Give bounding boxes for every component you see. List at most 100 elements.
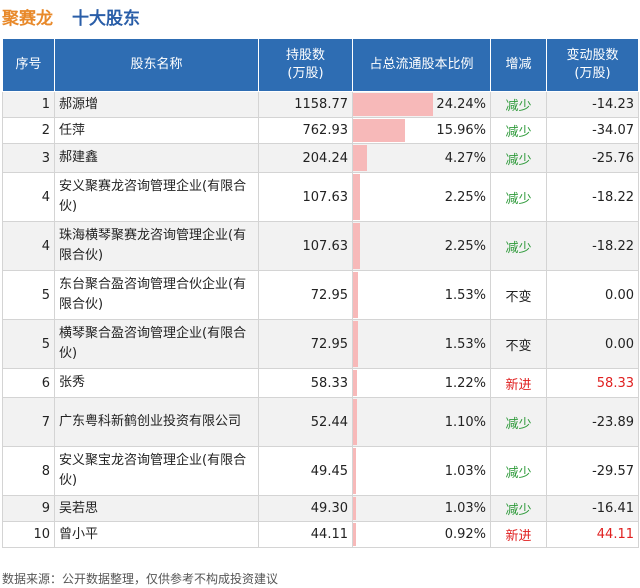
- data-source-note: 数据来源：公开数据整理，仅供参考不构成投资建议: [2, 572, 279, 586]
- ratio-value: 1.22%: [444, 375, 486, 391]
- shares-cell: 49.45: [258, 446, 353, 496]
- company-name: 聚赛龙: [2, 9, 53, 29]
- col-header-rank: 序号: [2, 38, 55, 92]
- change-cell: 减少: [490, 495, 547, 522]
- table-row: 2 任萍 762.93 15.96% 减少 -34.07: [2, 117, 639, 144]
- ratio-value: 15.96%: [436, 123, 486, 138]
- delta-cell: -14.23: [546, 91, 639, 118]
- change-cell: 减少: [490, 446, 547, 496]
- rank-cell: 2: [2, 117, 55, 144]
- delta-cell: -29.57: [546, 446, 639, 496]
- shareholder-name-cell: 安义聚赛龙咨询管理企业(有限合伙): [54, 172, 259, 222]
- ratio-cell: 24.24%: [352, 91, 491, 118]
- ratio-bar: [353, 399, 357, 445]
- change-cell: 新进: [490, 368, 547, 398]
- shareholder-name-cell: 任萍: [54, 117, 259, 144]
- shareholder-name-cell: 郝源增: [54, 91, 259, 118]
- ratio-cell: 15.96%: [352, 117, 491, 144]
- shareholder-name-cell: 广东粤科新鹤创业投资有限公司: [54, 397, 259, 447]
- delta-cell: 44.11: [546, 521, 639, 548]
- delta-cell: -18.22: [546, 221, 639, 271]
- delta-cell: -34.07: [546, 117, 639, 144]
- shareholder-name-cell: 东台聚合盈咨询管理合伙企业(有限合伙): [54, 270, 259, 320]
- change-cell: 减少: [490, 117, 547, 144]
- shares-cell: 107.63: [258, 221, 353, 271]
- shares-cell: 107.63: [258, 172, 353, 222]
- ratio-cell: 2.25%: [352, 221, 491, 271]
- shareholder-name-cell: 珠海横琴聚赛龙咨询管理企业(有限合伙): [54, 221, 259, 271]
- delta-cell: 0.00: [546, 270, 639, 320]
- rank-cell: 5: [2, 270, 55, 320]
- shares-cell: 44.11: [258, 521, 353, 548]
- ratio-cell: 1.10%: [352, 397, 491, 447]
- delta-cell: -16.41: [546, 495, 639, 522]
- rank-cell: 10: [2, 521, 55, 548]
- ratio-value: 1.53%: [444, 287, 486, 303]
- table-row: 10 曾小平 44.11 0.92% 新进 44.11: [2, 521, 639, 548]
- change-cell: 减少: [490, 143, 547, 173]
- shareholder-name-cell: 横琴聚合盈咨询管理企业(有限合伙): [54, 319, 259, 369]
- ratio-bar: [353, 145, 368, 171]
- shares-cell: 72.95: [258, 319, 353, 369]
- shares-cell: 49.30: [258, 495, 353, 522]
- change-cell: 减少: [490, 221, 547, 271]
- change-cell: 不变: [490, 319, 547, 369]
- ratio-value: 2.25%: [444, 189, 486, 205]
- ratio-bar: [353, 523, 357, 546]
- shareholders-table: 序号 股东名称 持股数 (万股) 占总流通股本比例 增减 变动股数 (万股) 1…: [2, 38, 639, 548]
- shareholder-name-cell: 郝建鑫: [54, 143, 259, 173]
- shareholder-name-cell: 吴若思: [54, 495, 259, 522]
- change-cell: 减少: [490, 397, 547, 447]
- shares-cell: 1158.77: [258, 91, 353, 118]
- ratio-bar: [353, 321, 359, 367]
- shares-cell: 52.44: [258, 397, 353, 447]
- rank-cell: 9: [2, 495, 55, 522]
- ratio-cell: 2.25%: [352, 172, 491, 222]
- col-header-delta: 变动股数 (万股): [546, 38, 639, 92]
- ratio-value: 24.24%: [436, 97, 486, 112]
- col-header-ratio: 占总流通股本比例: [352, 38, 491, 92]
- table-header-row: 序号 股东名称 持股数 (万股) 占总流通股本比例 增减 变动股数 (万股): [2, 38, 639, 92]
- table-row: 6 张秀 58.33 1.22% 新进 58.33: [2, 368, 639, 398]
- shares-cell: 762.93: [258, 117, 353, 144]
- ratio-bar: [353, 497, 357, 520]
- ratio-cell: 1.53%: [352, 270, 491, 320]
- table-row: 1 郝源增 1158.77 24.24% 减少 -14.23: [2, 91, 639, 118]
- rank-cell: 6: [2, 368, 55, 398]
- ratio-bar: [353, 272, 359, 318]
- col-header-name: 股东名称: [54, 38, 259, 92]
- table-row: 4 安义聚赛龙咨询管理企业(有限合伙) 107.63 2.25% 减少 -18.22: [2, 172, 639, 222]
- change-cell: 减少: [490, 172, 547, 222]
- ratio-value: 1.03%: [444, 501, 486, 516]
- delta-cell: 0.00: [546, 319, 639, 369]
- rank-cell: 7: [2, 397, 55, 447]
- rank-cell: 3: [2, 143, 55, 173]
- delta-cell: -18.22: [546, 172, 639, 222]
- ratio-cell: 1.53%: [352, 319, 491, 369]
- ratio-bar: [353, 448, 357, 494]
- table-row: 5 横琴聚合盈咨询管理企业(有限合伙) 72.95 1.53% 不变 0.00: [2, 319, 639, 369]
- table-row: 8 安义聚宝龙咨询管理企业(有限合伙) 49.45 1.03% 减少 -29.57: [2, 446, 639, 496]
- ratio-value: 4.27%: [444, 150, 486, 166]
- rank-cell: 4: [2, 172, 55, 222]
- rank-cell: 5: [2, 319, 55, 369]
- table-row: 4 珠海横琴聚赛龙咨询管理企业(有限合伙) 107.63 2.25% 减少 -18.22: [2, 221, 639, 271]
- rank-cell: 8: [2, 446, 55, 496]
- ratio-bar: [353, 223, 361, 269]
- shares-cell: 204.24: [258, 143, 353, 173]
- title-bar: 聚赛龙 十大股东: [0, 0, 640, 32]
- table-row: 3 郝建鑫 204.24 4.27% 减少 -25.76: [2, 143, 639, 173]
- change-cell: 新进: [490, 521, 547, 548]
- table-row: 7 广东粤科新鹤创业投资有限公司 52.44 1.10% 减少 -23.89: [2, 397, 639, 447]
- rank-cell: 4: [2, 221, 55, 271]
- shares-cell: 72.95: [258, 270, 353, 320]
- ratio-cell: 0.92%: [352, 521, 491, 548]
- table-row: 9 吴若思 49.30 1.03% 减少 -16.41: [2, 495, 639, 522]
- shareholder-name-cell: 张秀: [54, 368, 259, 398]
- ratio-bar: [353, 93, 433, 116]
- change-cell: 减少: [490, 91, 547, 118]
- shareholder-name-cell: 安义聚宝龙咨询管理企业(有限合伙): [54, 446, 259, 496]
- delta-cell: -23.89: [546, 397, 639, 447]
- ratio-value: 1.03%: [444, 463, 486, 479]
- ratio-bar: [353, 370, 357, 396]
